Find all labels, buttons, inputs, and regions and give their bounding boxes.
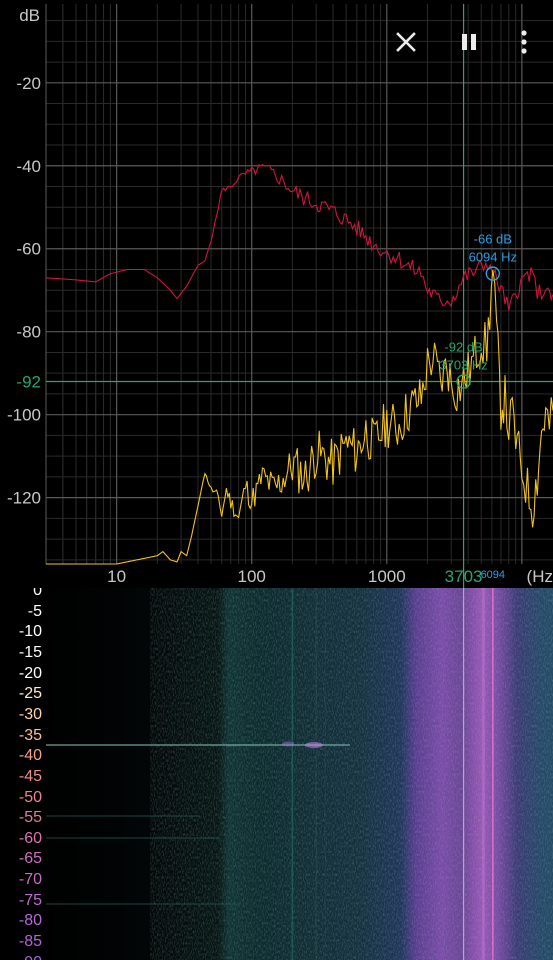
pause-icon bbox=[462, 34, 476, 50]
time-axis-label: -25 bbox=[18, 685, 42, 703]
spectrum-plot-svg[interactable]: dB -20 -40 -60 -80 -100 -120 -92 10 100 1000 (Hz 37… bbox=[0, 0, 553, 588]
pause-button[interactable] bbox=[449, 22, 489, 62]
x-tick-label: 10 bbox=[107, 567, 126, 586]
y-tick-label: -120 bbox=[7, 489, 41, 508]
cursor-marker-freq-label: 3703 Hz bbox=[439, 357, 487, 372]
peak-freq-axis-label: 6094 bbox=[481, 569, 505, 581]
close-icon bbox=[396, 32, 416, 52]
time-axis-label: -80 bbox=[18, 912, 42, 930]
x-tick-label-last: (Hz bbox=[527, 567, 553, 586]
y-tick-label: -60 bbox=[16, 240, 41, 259]
peak-marker-db-label: -66 dB bbox=[474, 232, 512, 247]
spectrogram-waterfall[interactable]: 0 -5 -10 -15 -20 -25 -30 -35 -40 -45 -50 -55 -60 -65 -… bbox=[0, 588, 553, 960]
time-axis-label: -45 bbox=[18, 767, 42, 785]
cursor-freq-axis-label: 3703 bbox=[445, 567, 483, 586]
time-axis-label: -30 bbox=[18, 705, 42, 723]
spectrogram-image bbox=[46, 588, 553, 960]
time-axis-label: -55 bbox=[18, 809, 42, 827]
x-tick-label: 1000 bbox=[368, 567, 406, 586]
cursor-db-axis-label: -92 bbox=[16, 372, 41, 391]
time-axis-label: -90 bbox=[0, 954, 42, 960]
time-axis-label: -50 bbox=[18, 788, 42, 806]
y-tick-label: -80 bbox=[16, 323, 41, 342]
close-button[interactable] bbox=[386, 22, 426, 62]
spectrogram-event-blob bbox=[305, 742, 323, 748]
y-tick-label: -100 bbox=[7, 406, 41, 425]
time-axis-label: -40 bbox=[18, 747, 42, 765]
time-axis-label: -70 bbox=[18, 871, 42, 889]
time-axis-label: -85 bbox=[18, 933, 42, 951]
more-vert-icon bbox=[521, 30, 527, 54]
x-tick-label: 100 bbox=[238, 567, 266, 586]
time-axis-label: -60 bbox=[18, 829, 42, 847]
spectrum-chart[interactable]: dB -20 -40 -60 -80 -100 -120 -92 10 100 1000 (Hz 37… bbox=[0, 0, 553, 588]
time-axis-label: -10 bbox=[18, 623, 42, 641]
more-options-button[interactable] bbox=[504, 22, 544, 62]
time-axis-label: -75 bbox=[18, 891, 42, 909]
spectrogram-event-blob bbox=[282, 741, 294, 747]
y-axis-unit-label: dB bbox=[19, 6, 40, 25]
time-axis-label: -20 bbox=[18, 664, 42, 682]
y-tick-label: -40 bbox=[16, 157, 41, 176]
time-axis-label: -15 bbox=[18, 643, 42, 661]
time-axis-label: -35 bbox=[18, 726, 42, 744]
live-spectrum-trace bbox=[46, 270, 553, 565]
time-axis-label: -5 bbox=[27, 602, 42, 620]
time-axis-label: 0 bbox=[33, 588, 42, 599]
cursor-marker-db-label: -92 dB bbox=[444, 339, 482, 354]
peak-marker-freq-label: 6094 Hz bbox=[469, 250, 517, 265]
time-axis-label: -65 bbox=[18, 850, 42, 868]
y-tick-label: -20 bbox=[16, 74, 41, 93]
